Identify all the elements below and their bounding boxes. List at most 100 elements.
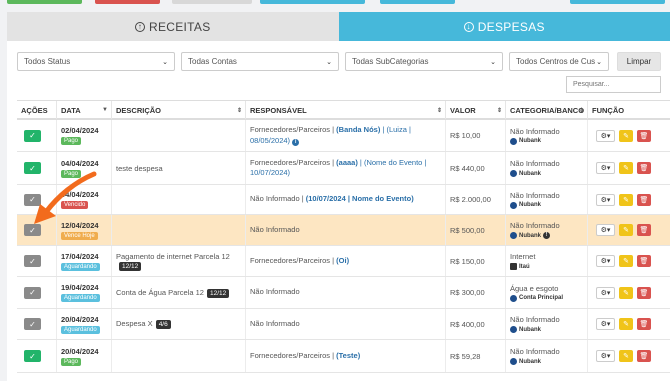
top-button-2[interactable] — [95, 0, 160, 4]
top-button-1[interactable] — [7, 0, 82, 4]
bank-icon — [510, 201, 517, 209]
responsavel-cell: Fornecedores/Parceiros | (Banda Nós) | (… — [246, 120, 446, 151]
bank-name: Nubank — [519, 138, 542, 144]
description-cell — [112, 340, 246, 372]
bank-icon — [510, 326, 517, 333]
responsavel-link[interactable]: (aaaa) — [336, 158, 358, 167]
edit-pencil-icon[interactable]: ✎ — [619, 193, 633, 206]
delete-trash-icon[interactable]: 🗑 — [637, 255, 651, 267]
header-responsavel[interactable]: RESPONSÁVEL ⇕ — [246, 101, 446, 119]
edit-pencil-icon[interactable]: ✎ — [619, 255, 633, 267]
top-button-3[interactable] — [172, 0, 252, 4]
value-cell: R$ 440,00 — [446, 152, 506, 184]
top-button-6[interactable] — [570, 0, 665, 4]
category-cell: Internet Itaú — [506, 246, 588, 276]
bank-name: Nubank — [519, 202, 542, 208]
delete-trash-icon[interactable]: 🗑 — [637, 162, 651, 174]
category-text: Não Informado — [510, 159, 560, 168]
tab-receitas-label: RECEITAS — [148, 19, 211, 34]
parcel-badge: 12/12 — [119, 261, 142, 271]
description-label: Pagamento de internet Parcela 12 — [116, 251, 230, 261]
description-text: Pagamento de internet Parcela 1212/12 — [116, 252, 245, 271]
header-descricao[interactable]: DESCRIÇÃO ⇕ — [112, 101, 246, 119]
gear-dropdown-button[interactable]: ⚙▾ — [596, 318, 615, 330]
delete-trash-icon[interactable]: 🗑 — [637, 318, 651, 330]
edit-pencil-icon[interactable]: ✎ — [619, 129, 633, 142]
check-icon[interactable]: ✓ — [24, 255, 41, 267]
category-cell: Água e esgoto Conta Principal — [506, 277, 588, 308]
responsavel-link[interactable]: (10/07/2024 | Nome do Evento) — [306, 194, 414, 203]
description-text: teste despesa — [116, 164, 245, 173]
status-badge: Pago — [61, 357, 82, 366]
check-icon[interactable]: ✓ — [24, 318, 41, 330]
value-cell: R$ 300,00 — [446, 277, 506, 308]
search-input[interactable] — [566, 76, 661, 93]
check-icon[interactable]: ✓ — [24, 350, 41, 362]
actions-cell: ✓ — [17, 246, 57, 276]
date-cell: 04/04/2024 Pago — [57, 152, 112, 184]
chevron-down-icon: ⌄ — [490, 58, 496, 66]
info-icon[interactable]: i — [292, 138, 300, 146]
delete-trash-icon[interactable]: 🗑 — [637, 350, 651, 362]
check-icon[interactable]: ✓ — [24, 129, 41, 142]
gear-dropdown-button[interactable]: ⚙▾ — [596, 193, 615, 206]
date-text: 04/04/2024 — [61, 190, 99, 199]
sort-icon: ⇕ — [496, 107, 502, 114]
gear-dropdown-button[interactable]: ⚙▾ — [596, 286, 615, 299]
header-categoria[interactable]: CATEGORIA/BANCO ⇕ — [506, 101, 588, 119]
arrow-down-circle-icon: ↓ — [463, 21, 474, 32]
tab-bar: ↑ RECEITAS ↓ DESPESAS — [7, 12, 670, 41]
top-button-4[interactable] — [260, 0, 365, 4]
responsavel-cell: Fornecedores/Parceiros | (Teste) — [246, 340, 446, 372]
gear-dropdown-button[interactable]: ⚙▾ — [596, 129, 615, 142]
actions-cell: ✓ — [17, 152, 57, 184]
responsavel-text: Não Informado — [250, 225, 445, 235]
responsavel-link[interactable]: (Teste) — [336, 351, 360, 360]
gear-dropdown-button[interactable]: ⚙▾ — [596, 255, 615, 267]
limpar-button[interactable]: Limpar — [617, 52, 661, 71]
tab-receitas[interactable]: ↑ RECEITAS — [7, 12, 339, 41]
top-button-5[interactable] — [380, 0, 455, 4]
date-cell: 12/04/2024 Vence Hoje — [57, 215, 112, 245]
category-cell: Não Informado Nubank — [506, 120, 588, 151]
centros-filter-select[interactable]: Todos Centros de Cus ⌄ — [509, 52, 609, 71]
edit-pencil-icon[interactable]: ✎ — [619, 224, 633, 236]
status-badge: Pago — [61, 169, 82, 178]
check-icon[interactable]: ✓ — [24, 193, 41, 206]
check-icon[interactable]: ✓ — [24, 224, 41, 236]
description-cell: Despesa X 4/6 — [112, 309, 246, 339]
gear-dropdown-button[interactable]: ⚙▾ — [596, 350, 615, 362]
check-icon[interactable]: ✓ — [24, 162, 41, 174]
info-icon[interactable]: ! — [543, 232, 551, 239]
edit-pencil-icon[interactable]: ✎ — [619, 350, 633, 362]
responsavel-link[interactable]: (Banda Nós) — [336, 125, 380, 134]
header-valor-label: VALOR — [450, 105, 476, 115]
delete-trash-icon[interactable]: 🗑 — [637, 193, 651, 206]
edit-pencil-icon[interactable]: ✎ — [619, 162, 633, 174]
tab-despesas[interactable]: ↓ DESPESAS — [338, 12, 670, 41]
check-icon[interactable]: ✓ — [24, 286, 41, 299]
status-filter-select[interactable]: Todos Status ⌄ — [17, 52, 175, 71]
header-data[interactable]: DATA ▼ — [57, 101, 112, 119]
table-row: ✓ 20/04/2024 Pago Fornecedores/Parceiros | … — [17, 340, 670, 373]
gear-dropdown-button[interactable]: ⚙▾ — [596, 162, 615, 174]
delete-trash-icon[interactable]: 🗑 — [637, 286, 651, 299]
description-label: teste despesa — [116, 163, 163, 173]
contas-filter-select[interactable]: Todas Contas ⌄ — [181, 52, 339, 71]
responsavel-plain: Fornecedores/Parceiros | — [250, 255, 337, 265]
delete-trash-icon[interactable]: 🗑 — [637, 224, 651, 236]
responsavel-link[interactable]: (Oi) — [336, 256, 349, 265]
status-badge: Aguardando — [61, 294, 100, 302]
subcategorias-filter-select[interactable]: Todas SubCategorias ⌄ — [345, 52, 503, 71]
actions-cell: ✓ — [17, 340, 57, 372]
status-badge: Pago — [61, 137, 82, 145]
table-row: ✓ 20/04/2024 Aguardando Despesa X 4/6 Não Inf… — [17, 309, 670, 340]
responsavel-plain: Não Informado — [250, 318, 300, 328]
gear-dropdown-button[interactable]: ⚙▾ — [596, 224, 615, 236]
delete-trash-icon[interactable]: 🗑 — [637, 129, 651, 142]
header-valor[interactable]: VALOR ⇕ — [446, 101, 506, 119]
edit-pencil-icon[interactable]: ✎ — [619, 318, 633, 330]
edit-pencil-icon[interactable]: ✎ — [619, 286, 633, 299]
sort-icon: ⇕ — [436, 107, 442, 114]
description-text: Conta de Água Parcela 12 12/12 — [116, 288, 245, 298]
